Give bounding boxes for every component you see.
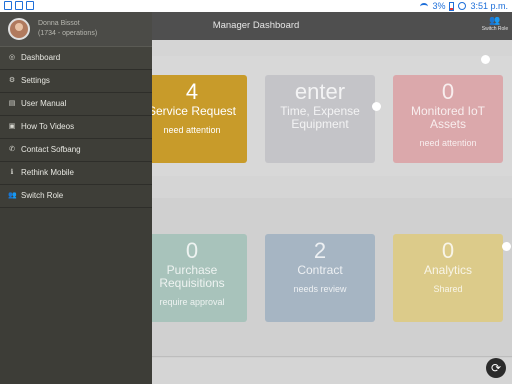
menu-item-label: User Manual	[21, 99, 67, 108]
menu-item-user-manual[interactable]: ▤ User Manual	[0, 93, 152, 116]
tile-label: Service Request	[147, 104, 237, 118]
avatar	[8, 18, 30, 40]
phone-icon: ✆	[9, 146, 15, 153]
tile-label: Contract	[297, 263, 343, 277]
pager-dot	[502, 242, 511, 251]
tile-label: Analytics	[423, 263, 473, 277]
gear-icon: ⚙	[8, 77, 16, 84]
user-role: (1734 - operations)	[38, 30, 98, 37]
menu-item-how-to-videos[interactable]: ▣ How To Videos	[0, 116, 152, 139]
menu-item-label: Settings	[21, 76, 50, 85]
tile-status: need attention	[163, 125, 221, 135]
users-icon: 👥	[489, 15, 501, 25]
menu-item-contact-sofbang[interactable]: ✆ Contact Sofbang	[0, 139, 152, 162]
tile-count: 0	[441, 79, 455, 104]
menu-item-dashboard[interactable]: ◎ Dashboard	[0, 47, 152, 70]
tile-purchase-requisitions[interactable]: 0 Purchase Requisitions require approval	[137, 234, 247, 322]
video-icon: ▣	[8, 123, 16, 130]
tile-monitored-iot[interactable]: 0 Monitored IoT Assets need attention	[393, 75, 503, 163]
menu-item-rethink-mobile[interactable]: ℹ Rethink Mobile	[0, 162, 152, 185]
info-icon: ℹ	[10, 169, 14, 176]
tile-time-expense[interactable]: enter Time, Expense Equipment	[265, 75, 375, 163]
refresh-button[interactable]: ⟳	[486, 358, 506, 378]
pager-dot	[481, 55, 490, 64]
tile-count: 4	[185, 79, 199, 104]
tile-count: enter	[294, 79, 346, 104]
switch-role-button[interactable]: 👥 Switch Role	[481, 15, 509, 37]
tile-status: needs review	[293, 284, 347, 294]
menu-item-label: Dashboard	[21, 53, 61, 62]
tile-count: 2	[313, 238, 327, 263]
tile-status: Shared	[433, 284, 463, 294]
tile-count: 0	[441, 238, 455, 263]
menu-item-switch-role[interactable]: 👥 Switch Role	[0, 185, 152, 208]
user-name: Donna Bissot	[38, 20, 80, 27]
pager-dot	[372, 102, 381, 111]
notification-icons	[4, 1, 34, 10]
tile-status: need attention	[419, 138, 477, 148]
wifi-icon	[420, 2, 429, 10]
battery-icon	[449, 1, 455, 11]
drawer-menu: ◎ Dashboard ⚙ Settings ▤ User Manual ▣ H…	[0, 47, 152, 208]
menu-item-label: Contact Sofbang	[21, 145, 81, 154]
menu-item-label: Switch Role	[21, 191, 64, 200]
menu-item-label: How To Videos	[21, 122, 75, 131]
book-icon: ▤	[8, 100, 16, 107]
gauge-icon: ◎	[8, 54, 16, 61]
status-time: 3:51 p.m.	[470, 1, 508, 11]
tile-label: Time, Expense Equipment	[280, 104, 360, 131]
refresh-icon: ⟳	[490, 361, 502, 375]
tile-service-request[interactable]: 4 Service Request need attention	[137, 75, 247, 163]
clock-icon	[458, 2, 467, 10]
tile-contract[interactable]: 2 Contract needs review	[265, 234, 375, 322]
users-icon: 👥	[8, 192, 17, 199]
menu-item-settings[interactable]: ⚙ Settings	[0, 70, 152, 93]
battery-percent: 3%	[432, 1, 446, 11]
navigation-drawer: Donna Bissot (1734 - operations) ◎ Dashb…	[0, 12, 152, 384]
image-icon	[15, 1, 23, 10]
status-right: 3% 3:51 p.m.	[420, 0, 508, 12]
tile-label: Purchase Requisitions	[159, 263, 225, 290]
switch-role-label: Switch Role	[481, 26, 509, 32]
drawer-header: Donna Bissot (1734 - operations)	[0, 12, 152, 47]
menu-item-label: Rethink Mobile	[21, 168, 74, 177]
tile-count: 0	[185, 238, 199, 263]
gallery-icon	[4, 1, 12, 10]
tile-analytics[interactable]: 0 Analytics Shared	[393, 234, 503, 322]
tile-label: Monitored IoT Assets	[410, 104, 486, 131]
status-bar: 3% 3:51 p.m.	[0, 0, 512, 12]
download-icon	[26, 1, 34, 10]
tile-status: require approval	[159, 297, 225, 307]
